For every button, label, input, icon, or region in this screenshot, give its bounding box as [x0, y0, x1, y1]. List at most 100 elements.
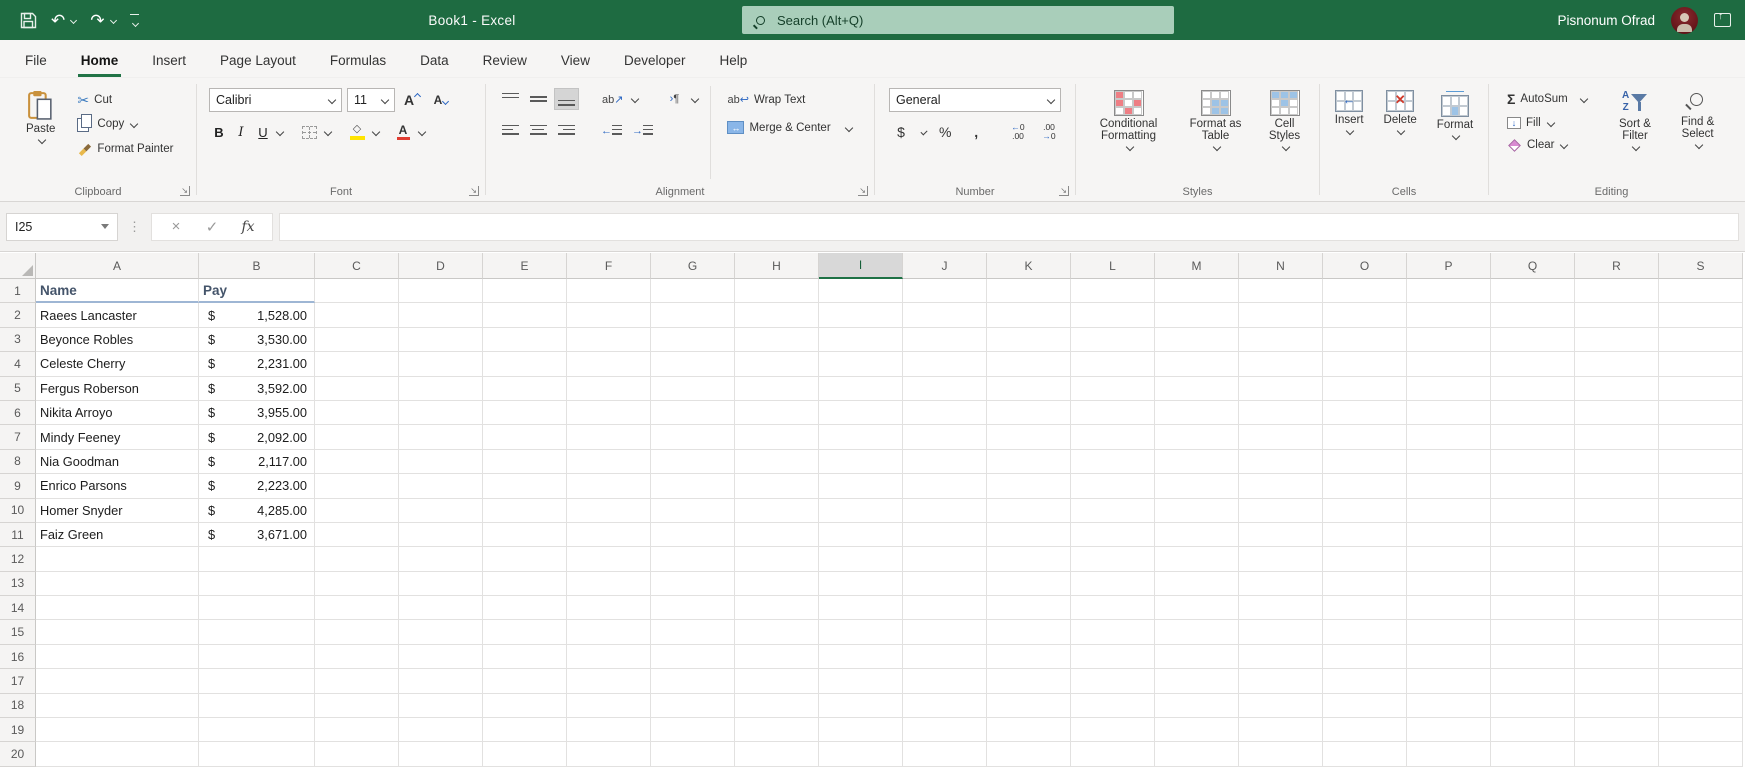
cell-C18[interactable] [315, 693, 399, 719]
cell-R9[interactable] [1575, 474, 1659, 499]
cell-J16[interactable] [903, 644, 987, 670]
chevron-down-icon[interactable] [70, 16, 78, 24]
cell-O18[interactable] [1323, 693, 1407, 719]
cell-P15[interactable] [1407, 620, 1491, 645]
cell-P20[interactable] [1407, 742, 1491, 767]
chevron-down-icon[interactable] [37, 135, 46, 145]
cell-Q8[interactable] [1491, 449, 1575, 475]
cell-Q7[interactable] [1491, 425, 1575, 450]
cell-R11[interactable] [1575, 522, 1659, 548]
dialog-launcher-icon[interactable] [469, 186, 479, 196]
cell-M5[interactable] [1155, 376, 1239, 401]
cell-N6[interactable] [1239, 400, 1323, 426]
cell-E16[interactable] [483, 644, 567, 670]
cell-L19[interactable] [1071, 718, 1155, 743]
delete-cells-button[interactable]: ✕ Delete [1376, 86, 1425, 138]
cell-Q6[interactable] [1491, 400, 1575, 426]
cell-R20[interactable] [1575, 742, 1659, 767]
find-select-button[interactable]: Find & Select [1667, 86, 1728, 152]
cell-K13[interactable] [987, 571, 1071, 597]
cell-G3[interactable] [651, 327, 735, 353]
cell-E12[interactable] [483, 547, 567, 572]
cell-F19[interactable] [567, 718, 651, 743]
cell-B1[interactable]: Pay [199, 279, 315, 304]
cell-S17[interactable] [1659, 669, 1743, 694]
cell-E9[interactable] [483, 474, 567, 499]
cell-H6[interactable] [735, 400, 819, 426]
bottom-align-button[interactable] [554, 88, 579, 110]
cell-I11[interactable] [819, 522, 903, 548]
cell-K2[interactable] [987, 303, 1071, 328]
cell-B14[interactable] [199, 596, 315, 621]
increase-decimal-button[interactable]: ←0.00 [1006, 121, 1030, 143]
cell-H14[interactable] [735, 596, 819, 621]
cell-J9[interactable] [903, 474, 987, 499]
cell-M7[interactable] [1155, 425, 1239, 450]
tab-developer[interactable]: Developer [607, 45, 703, 77]
cell-B4[interactable]: $2,231.00 [199, 352, 315, 377]
cell-A14[interactable] [36, 596, 199, 621]
tab-help[interactable]: Help [703, 45, 765, 77]
cell-R6[interactable] [1575, 400, 1659, 426]
chevron-down-icon[interactable] [631, 94, 640, 104]
cell-R1[interactable] [1575, 279, 1659, 304]
column-header-C[interactable]: C [315, 253, 399, 279]
cell-C6[interactable] [315, 400, 399, 426]
cell-L5[interactable] [1071, 376, 1155, 401]
column-header-N[interactable]: N [1239, 253, 1323, 279]
cell-G5[interactable] [651, 376, 735, 401]
column-header-O[interactable]: O [1323, 253, 1407, 279]
cell-N10[interactable] [1239, 498, 1323, 523]
row-header-15[interactable]: 15 [0, 620, 36, 645]
chevron-down-icon[interactable] [323, 127, 333, 137]
cell-G2[interactable] [651, 303, 735, 328]
cell-M12[interactable] [1155, 547, 1239, 572]
cell-E20[interactable] [483, 742, 567, 767]
cell-J3[interactable] [903, 327, 987, 353]
row-header-6[interactable]: 6 [0, 400, 36, 426]
cell-K12[interactable] [987, 547, 1071, 572]
cell-N20[interactable] [1239, 742, 1323, 767]
cell-R19[interactable] [1575, 718, 1659, 743]
cell-O4[interactable] [1323, 352, 1407, 377]
cell-A8[interactable]: Nia Goodman [36, 449, 199, 475]
cell-B13[interactable] [199, 571, 315, 597]
cell-K16[interactable] [987, 644, 1071, 670]
cell-M19[interactable] [1155, 718, 1239, 743]
cell-H3[interactable] [735, 327, 819, 353]
cell-G4[interactable] [651, 352, 735, 377]
redo-button[interactable]: ↷ [90, 12, 117, 29]
row-header-8[interactable]: 8 [0, 449, 36, 475]
cell-P13[interactable] [1407, 571, 1491, 597]
cell-B3[interactable]: $3,530.00 [199, 327, 315, 353]
cell-C10[interactable] [315, 498, 399, 523]
select-all-corner[interactable] [0, 253, 36, 279]
cell-F5[interactable] [567, 376, 651, 401]
cell-Q10[interactable] [1491, 498, 1575, 523]
cell-K14[interactable] [987, 596, 1071, 621]
cell-D20[interactable] [399, 742, 483, 767]
cell-H5[interactable] [735, 376, 819, 401]
cell-D4[interactable] [399, 352, 483, 377]
cell-J7[interactable] [903, 425, 987, 450]
cell-M10[interactable] [1155, 498, 1239, 523]
row-header-20[interactable]: 20 [0, 742, 36, 767]
cell-C15[interactable] [315, 620, 399, 645]
cell-H15[interactable] [735, 620, 819, 645]
cell-R7[interactable] [1575, 425, 1659, 450]
cell-D3[interactable] [399, 327, 483, 353]
cell-F16[interactable] [567, 644, 651, 670]
cell-M11[interactable] [1155, 522, 1239, 548]
row-header-12[interactable]: 12 [0, 547, 36, 572]
cell-A11[interactable]: Faiz Green [36, 522, 199, 548]
cell-N3[interactable] [1239, 327, 1323, 353]
cell-C3[interactable] [315, 327, 399, 353]
cell-F9[interactable] [567, 474, 651, 499]
cell-F4[interactable] [567, 352, 651, 377]
cell-J6[interactable] [903, 400, 987, 426]
chevron-down-icon[interactable] [101, 224, 109, 229]
cell-N7[interactable] [1239, 425, 1323, 450]
cell-J10[interactable] [903, 498, 987, 523]
align-right-button[interactable] [554, 120, 578, 142]
cell-M17[interactable] [1155, 669, 1239, 694]
